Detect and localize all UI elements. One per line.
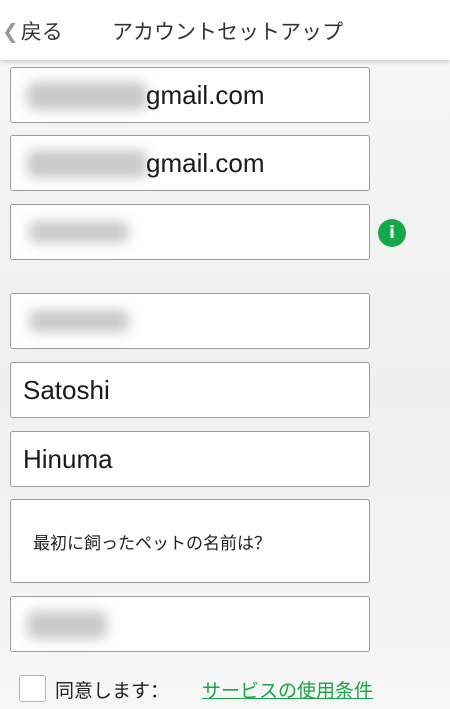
email-confirm-value: gmail.com <box>146 147 265 178</box>
redacted-text <box>27 82 147 110</box>
security-answer-field[interactable] <box>10 596 370 652</box>
password-confirm-field[interactable] <box>10 293 370 349</box>
terms-of-service-link[interactable]: サービスの使用条件 <box>202 674 373 704</box>
redacted-text <box>27 150 147 178</box>
app-header: ❮ 戻る アカウントセットアップ <box>0 0 450 60</box>
info-icon[interactable]: i <box>378 219 406 247</box>
first-name-value: Satoshi <box>23 374 110 405</box>
email-confirm-field[interactable]: gmail.com <box>10 135 370 191</box>
back-button[interactable]: ❮ 戻る <box>2 14 63 48</box>
agree-label: 同意します： <box>55 679 170 702</box>
first-name-field[interactable]: Satoshi <box>10 362 370 418</box>
security-question-select[interactable]: 最初に飼ったペットの名前は？ <box>10 499 370 583</box>
page-title: アカウントセットアップ <box>112 20 343 44</box>
agree-checkbox[interactable] <box>19 675 46 702</box>
back-label: 戻る <box>20 20 63 44</box>
email-field[interactable]: gmail.com <box>10 67 370 123</box>
email-value: gmail.com <box>146 79 265 110</box>
password-field[interactable] <box>10 204 370 260</box>
redacted-text <box>29 310 129 332</box>
last-name-value: Hinuma <box>23 443 113 474</box>
chevron-left-icon: ❮ <box>2 19 19 43</box>
redacted-text <box>29 221 129 243</box>
redacted-text <box>27 611 107 639</box>
security-question-text: 最初に飼ったペットの名前は？ <box>33 533 271 554</box>
last-name-field[interactable]: Hinuma <box>10 431 370 487</box>
